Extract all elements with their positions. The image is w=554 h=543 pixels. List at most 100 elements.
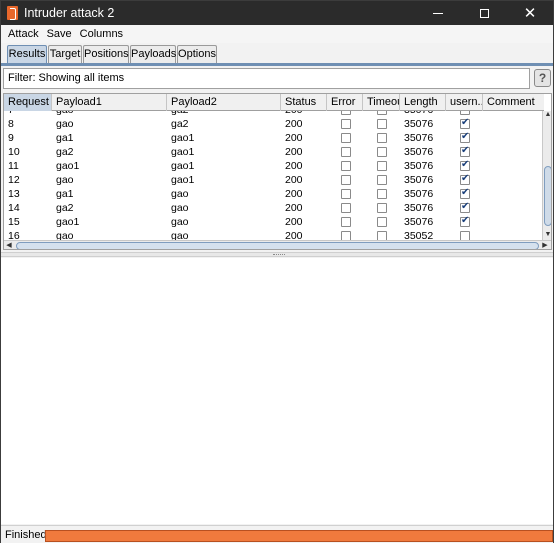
intruder-window: Intruder attack 2 ✕ Attack Save Columns …	[0, 0, 554, 543]
help-button[interactable]: ?	[534, 69, 551, 87]
splitter-grip-icon[interactable]	[273, 254, 285, 256]
cell-payload1: gao	[56, 118, 74, 130]
column-header-timeout[interactable]: Timeout	[363, 94, 400, 111]
cell-timeout-checkbox	[377, 133, 387, 143]
cell-error-checkbox	[341, 217, 351, 227]
detail-pane	[1, 258, 553, 524]
cell-error-checkbox	[341, 203, 351, 213]
menu-bar: Attack Save Columns	[1, 25, 553, 43]
status-text: Finished	[5, 529, 47, 541]
tab-options[interactable]: Options	[177, 45, 217, 64]
table-row[interactable]: 8 gao ga2 200 35076	[4, 117, 543, 131]
cell-error-checkbox	[341, 133, 351, 143]
window-title: Intruder attack 2	[24, 6, 115, 20]
cell-status: 200	[285, 188, 303, 200]
burp-app-icon	[7, 6, 18, 20]
cell-payload2: gao1	[171, 132, 195, 144]
cell-length: 35076	[404, 132, 434, 144]
cell-payload2: gao1	[171, 174, 195, 186]
minimize-button[interactable]	[415, 1, 461, 25]
tab-results[interactable]: Results	[7, 45, 47, 64]
cell-length: 35076	[404, 118, 434, 130]
cell-timeout-checkbox	[377, 217, 387, 227]
column-header-request[interactable]: Request▲	[4, 94, 52, 111]
column-header-payload2[interactable]: Payload2	[167, 94, 281, 111]
maximize-icon	[479, 8, 489, 18]
pane-splitter[interactable]	[1, 252, 553, 257]
table-body: 7 gao ga2 200 35076 8gaoga2200350769ga1g…	[4, 111, 543, 241]
vertical-scrollbar[interactable]: ▲ ▼	[542, 111, 551, 242]
horizontal-scrollbar[interactable]: ◀ ▶	[4, 240, 551, 249]
cell-request: 9	[8, 132, 14, 144]
close-button[interactable]: ✕	[507, 1, 553, 25]
cell-payload2: ga2	[171, 118, 189, 130]
table-row[interactable]: 9 ga1 gao1 200 35076	[4, 131, 543, 145]
cell-payload2: gao	[171, 202, 189, 214]
menu-columns[interactable]: Columns	[80, 28, 123, 40]
cell-payload1: ga2	[56, 146, 74, 158]
scroll-right-icon[interactable]: ▶	[540, 241, 550, 249]
cell-error-checkbox	[341, 175, 351, 185]
column-header-payload1[interactable]: Payload1	[52, 94, 167, 111]
menu-save[interactable]: Save	[47, 28, 72, 40]
close-icon: ✕	[523, 3, 537, 22]
maximize-button[interactable]	[461, 1, 507, 25]
cell-payload1: gao1	[56, 216, 80, 228]
table-row[interactable]: 11 gao1 gao1 200 35076	[4, 159, 543, 173]
cell-request: 10	[8, 146, 20, 158]
cell-length: 35076	[404, 216, 434, 228]
tab-strip: Results Target Positions Payloads Option…	[1, 43, 553, 65]
cell-error-checkbox	[341, 189, 351, 199]
column-header-length[interactable]: Length	[400, 94, 446, 111]
cell-request: 14	[8, 202, 20, 214]
column-header-username[interactable]: usern...	[446, 94, 483, 111]
cell-username-checkbox	[460, 215, 470, 227]
column-header-label: Request	[8, 96, 49, 108]
cell-status: 200	[285, 160, 303, 172]
cell-username-checkbox	[460, 111, 470, 115]
status-bar: Finished	[1, 525, 553, 543]
cell-error-checkbox	[341, 119, 351, 129]
column-header-status[interactable]: Status	[281, 94, 327, 111]
filter-bar[interactable]: Filter: Showing all items	[3, 68, 530, 89]
cell-request: 11	[8, 160, 19, 172]
cell-error-checkbox	[341, 111, 351, 115]
cell-length: 35076	[404, 202, 434, 214]
tab-positions[interactable]: Positions	[83, 45, 129, 64]
cell-length: 35076	[404, 174, 434, 186]
scroll-up-icon[interactable]: ▲	[543, 111, 551, 121]
tab-payloads[interactable]: Payloads	[130, 45, 176, 64]
cell-username-checkbox	[460, 201, 470, 213]
cell-length: 35076	[404, 160, 434, 172]
cell-status: 200	[285, 174, 303, 186]
table-row[interactable]: 14 ga2 gao 200 35076	[4, 201, 543, 215]
cell-length: 35076	[404, 188, 434, 200]
horizontal-scroll-thumb[interactable]	[16, 242, 539, 249]
cell-request: 12	[8, 174, 20, 186]
cell-request: 15	[8, 216, 20, 228]
cell-status: 200	[285, 132, 303, 144]
cell-error-checkbox	[341, 161, 351, 171]
cell-username-checkbox	[460, 159, 470, 171]
menu-attack[interactable]: Attack	[8, 28, 39, 40]
scroll-left-icon[interactable]: ◀	[4, 241, 14, 249]
tab-target[interactable]: Target	[48, 45, 82, 64]
table-row[interactable]: 12 gao gao1 200 35076	[4, 173, 543, 187]
column-header-comment[interactable]: Comment	[483, 94, 544, 111]
cell-username-checkbox	[460, 145, 470, 157]
cell-timeout-checkbox	[377, 161, 387, 171]
table-row[interactable]: 13 ga1 gao 200 35076	[4, 187, 543, 201]
progress-fill	[46, 531, 552, 541]
cell-timeout-checkbox	[377, 147, 387, 157]
cell-payload2: gao	[171, 188, 189, 200]
title-bar[interactable]: Intruder attack 2 ✕	[1, 1, 553, 25]
cell-status: 200	[285, 118, 303, 130]
column-header-error[interactable]: Error	[327, 94, 363, 111]
table-row[interactable]: 10 ga2 gao1 200 35076	[4, 145, 543, 159]
cell-status: 200	[285, 146, 303, 158]
cell-username-checkbox	[460, 187, 470, 199]
vertical-scroll-thumb[interactable]	[544, 166, 551, 226]
cell-username-checkbox	[460, 117, 470, 129]
table-row[interactable]: 15 gao1 gao 200 35076	[4, 215, 543, 229]
cell-username-checkbox	[460, 173, 470, 185]
